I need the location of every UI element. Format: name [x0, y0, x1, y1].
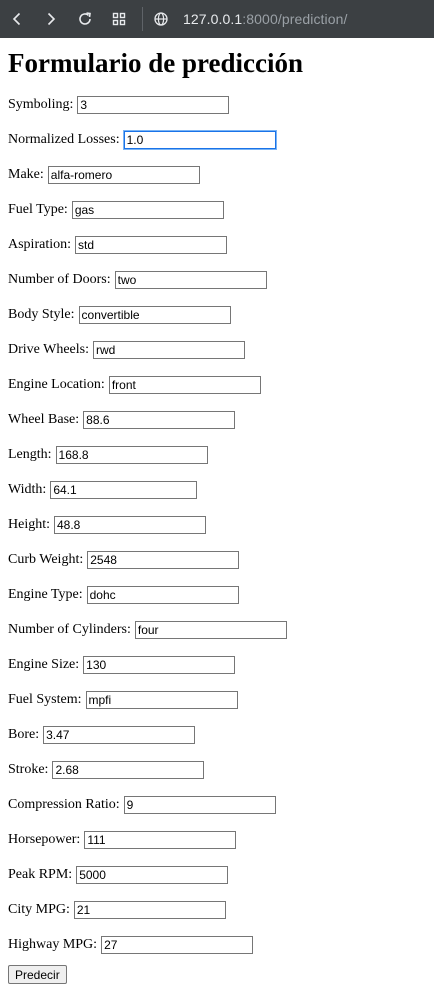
address-bar[interactable]: 127.0.0.1:8000/prediction/ [153, 0, 348, 38]
field-input[interactable] [114, 270, 267, 289]
field-input[interactable] [73, 900, 226, 919]
form-field: Make: [8, 157, 426, 192]
field-label: Curb Weight: [8, 551, 84, 567]
page-title: Formulario de predicción [8, 48, 303, 78]
toolbar-divider [142, 7, 143, 31]
form-field: Bore: [8, 717, 426, 752]
field-label: Highway MPG: [8, 936, 98, 952]
field-label: Length: [8, 446, 52, 462]
field-input[interactable] [43, 725, 196, 744]
form-field: Wheel Base: [8, 402, 426, 437]
field-label: City MPG: [8, 901, 70, 917]
field-label: Number of Cylinders: [8, 621, 131, 637]
url-path: :8000/prediction/ [242, 11, 348, 27]
field-input[interactable] [71, 200, 224, 219]
form-field: Highway MPG: [8, 927, 426, 962]
submit-row: Predecir [8, 965, 426, 984]
field-input[interactable] [52, 760, 205, 779]
field-input[interactable] [83, 410, 236, 429]
field-label: Fuel Type: [8, 201, 68, 217]
field-label: Peak RPM: [8, 866, 73, 882]
form-field: Engine Size: [8, 647, 426, 682]
form-field: Engine Location: [8, 367, 426, 402]
back-icon [12, 12, 21, 26]
form-field: City MPG: [8, 892, 426, 927]
form-field: Peak RPM: [8, 857, 426, 892]
field-label: Bore: [8, 726, 40, 742]
field-label: Fuel System: [8, 691, 82, 707]
field-input[interactable] [122, 129, 277, 150]
form-field: Fuel System: [8, 682, 426, 717]
field-label: Engine Size: [8, 656, 80, 672]
field-input[interactable] [123, 795, 276, 814]
reload-icon [79, 12, 91, 25]
site-info-icon[interactable] [153, 11, 169, 27]
field-label: Symboling: [8, 96, 74, 112]
forward-button[interactable] [34, 0, 68, 38]
form-field: Fuel Type: [8, 192, 426, 227]
field-input[interactable] [78, 305, 231, 324]
form-field: Number of Doors: [8, 262, 426, 297]
field-label: Drive Wheels: [8, 341, 89, 357]
form-field: Compression Ratio: [8, 787, 426, 822]
field-input[interactable] [77, 95, 230, 114]
predict-button[interactable]: Predecir [8, 965, 67, 984]
field-label: Stroke: [8, 761, 49, 777]
field-label: Compression Ratio: [8, 796, 120, 812]
field-label: Number of Doors: [8, 271, 111, 287]
field-label: Engine Type: [8, 586, 83, 602]
field-label: Height: [8, 516, 50, 532]
field-input[interactable] [83, 655, 236, 674]
field-label: Normalized Losses: [8, 131, 120, 147]
form-field: Length: [8, 437, 426, 472]
form-field: Horsepower: [8, 822, 426, 857]
page-content: Formulario de predicción Symboling: Norma… [0, 47, 434, 984]
reload-button[interactable] [68, 0, 102, 38]
field-input[interactable] [108, 375, 261, 394]
forward-icon [47, 12, 56, 26]
form-field: Symboling: [8, 87, 426, 122]
url-host: 127.0.0.1 [183, 11, 243, 27]
form-field: Aspiration: [8, 227, 426, 262]
form-field: Normalized Losses: [8, 122, 426, 157]
form-field: Stroke: [8, 752, 426, 787]
form-field: Drive Wheels: [8, 332, 426, 367]
field-label: Aspiration: [8, 236, 71, 252]
url-text: 127.0.0.1:8000/prediction/ [183, 11, 348, 27]
field-input[interactable] [50, 480, 198, 499]
form-field: Curb Weight: [8, 542, 426, 577]
field-label: Horsepower: [8, 831, 81, 847]
field-input[interactable] [87, 550, 240, 569]
field-input[interactable] [85, 690, 238, 709]
field-label: Engine Location: [8, 376, 105, 392]
field-label: Body Style: [8, 306, 75, 322]
form-field: Height: [8, 507, 426, 542]
browser-toolbar: 127.0.0.1:8000/prediction/ [0, 0, 434, 38]
apps-icon [112, 12, 126, 26]
field-label: Make: [8, 166, 44, 182]
form-field: Body Style: [8, 297, 426, 332]
field-input[interactable] [47, 165, 200, 184]
back-button[interactable] [0, 0, 34, 38]
field-label: Wheel Base: [8, 411, 80, 427]
field-input[interactable] [76, 865, 229, 884]
form-fields: Symboling: Normalized Losses: Make: Fuel Ty… [8, 87, 426, 962]
field-input[interactable] [54, 515, 206, 534]
form-field: Number of Cylinders: [8, 612, 426, 647]
form-field: Engine Type: [8, 577, 426, 612]
field-label: Width: [8, 481, 47, 497]
field-input[interactable] [86, 585, 239, 604]
form-field: Width: [8, 472, 426, 507]
prediction-form: Symboling: Normalized Losses: Make: Fuel Ty… [8, 87, 426, 984]
field-input[interactable] [55, 445, 208, 464]
field-input[interactable] [134, 620, 287, 639]
field-input[interactable] [93, 340, 245, 359]
apps-button[interactable] [102, 0, 136, 38]
field-input[interactable] [84, 830, 237, 849]
field-input[interactable] [101, 935, 254, 954]
field-input[interactable] [75, 235, 227, 254]
